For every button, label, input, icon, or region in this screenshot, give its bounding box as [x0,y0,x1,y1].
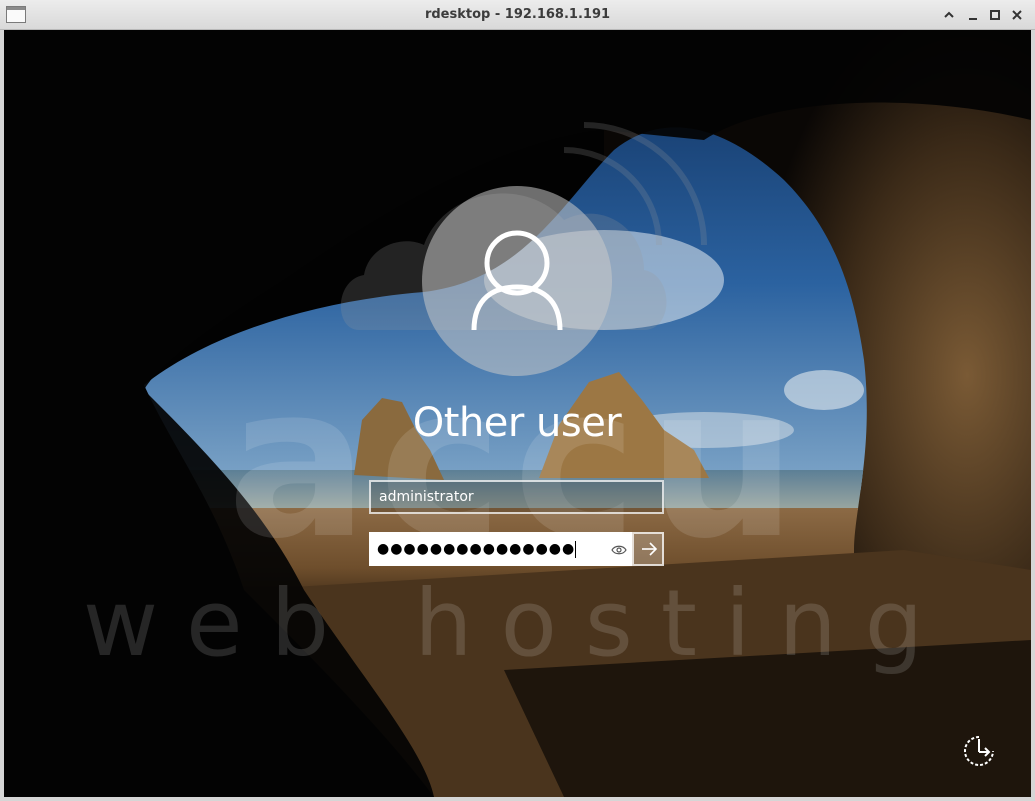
password-input[interactable]: ●●●●●●●●●●●●●●● [369,532,632,566]
user-silhouette-icon [471,230,563,331]
maximize-button[interactable] [986,6,1004,24]
window-menu-button[interactable] [940,6,958,24]
submit-button[interactable] [632,532,664,566]
eye-icon[interactable] [611,543,627,557]
minimize-button[interactable] [964,6,982,24]
ease-of-access-icon[interactable] [961,733,997,769]
username-input[interactable]: administrator [369,480,664,514]
user-display-name: Other user [412,400,622,446]
remote-desktop-screen[interactable]: accu web hosting Other user administrato… [4,30,1031,797]
watermark-tagline: web hosting [83,570,951,677]
user-avatar [422,186,612,376]
window-title: rdesktop - 192.168.1.191 [424,7,611,22]
text-caret [575,540,577,558]
arrow-right-icon [642,542,658,556]
close-button[interactable] [1008,6,1026,24]
password-row: ●●●●●●●●●●●●●●● [369,532,664,566]
password-masked-value: ●●●●●●●●●●●●●●● [377,541,576,557]
window-titlebar[interactable]: rdesktop - 192.168.1.191 [0,0,1035,30]
